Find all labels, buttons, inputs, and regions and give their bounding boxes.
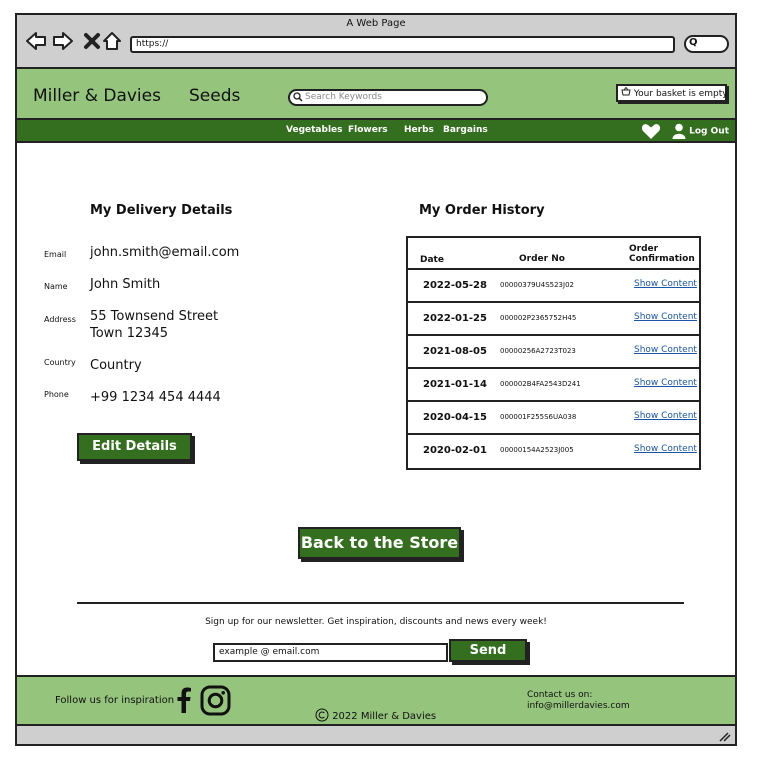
edit-details-button[interactable]: Edit Details [77,433,192,461]
newsletter-email-input[interactable]: example @ email.com [213,643,448,662]
send-button[interactable]: Send [449,639,527,662]
orders-title: My Order History [419,203,545,218]
order-date: 2021-01-14 [423,379,487,390]
country-value: Country [90,358,142,373]
order-number: 00000154A2523J005 [500,446,574,454]
copyright-text: 2022 Miller & Davies [332,711,437,722]
show-content-link[interactable]: Show Content [634,444,697,454]
browser-window: A Web Page https:// Q Miller & Davies Se… [15,13,737,746]
delivery-title: My Delivery Details [90,203,233,218]
basket-label: Your basket is empty [633,89,728,99]
browser-search[interactable]: Q [684,35,729,53]
back-to-store-button[interactable]: Back to the Store [298,527,461,559]
logout-button[interactable]: Log Out [672,123,729,139]
order-row: 2021-01-14 000002B4FA2543D241 Show Content [408,369,699,402]
address-label: Address [44,315,76,324]
divider [77,602,684,604]
order-number: 000002P2365752H45 [500,314,577,322]
email-value: john.smith@email.com [90,245,240,260]
close-icon[interactable] [81,30,103,52]
nav-vegetables[interactable]: Vegetables [286,125,343,135]
email-label: Email [44,250,67,259]
instagram-icon[interactable] [200,685,231,716]
heart-icon[interactable] [641,123,661,140]
order-date: 2020-02-01 [423,445,487,456]
col-confirmation-2: Confirmation [629,254,695,264]
phone-label: Phone [44,390,69,399]
contact-info: Contact us on: info@millerdavies.com [527,690,630,712]
back-arrow-icon[interactable] [25,30,47,52]
name-label: Name [44,282,68,291]
site-nav: Vegetables Flowers Herbs Bargains Log Ou… [17,118,735,143]
nav-herbs[interactable]: Herbs [404,125,434,135]
keyword-search-input[interactable]: Search Keywords [288,89,488,106]
show-content-link[interactable]: Show Content [634,345,697,355]
order-row: 2020-04-15 000001F255S6UA038 Show Content [408,402,699,435]
address-line-2: Town 12345 [90,326,169,341]
order-number: 00000256A2723T023 [500,347,576,355]
show-content-link[interactable]: Show Content [634,279,697,289]
country-label: Country [44,358,76,367]
nav-bargains[interactable]: Bargains [443,125,488,135]
order-date: 2022-05-28 [423,280,487,291]
copyright-icon [315,708,329,722]
newsletter-text: Sign up for our newsletter. Get inspirat… [205,617,547,627]
search-placeholder: Search Keywords [305,92,382,102]
basket-icon [621,86,631,96]
status-bar [17,726,735,744]
order-number: 00000379U4S523J02 [500,281,574,289]
nav-flowers[interactable]: Flowers [348,125,388,135]
order-history-table: Date Order No Order Confirmation 2022-05… [406,236,701,470]
order-date: 2022-01-25 [423,313,487,324]
show-content-link[interactable]: Show Content [634,312,697,322]
browser-chrome: A Web Page https:// Q [17,15,735,69]
facebook-icon[interactable] [177,687,191,713]
order-date: 2021-08-05 [423,346,487,357]
brand-section: Seeds [189,86,241,106]
phone-value: +99 1234 454 4444 [90,390,221,405]
order-date: 2020-04-15 [423,412,487,423]
copyright: 2022 Miller & Davies [315,708,436,722]
col-order-no: Order No [519,254,565,264]
search-icon: Q [689,37,698,48]
follow-text: Follow us for inspiration [55,695,175,706]
address-line-1: 55 Townsend Street [90,309,219,324]
home-icon[interactable] [101,30,123,52]
order-table-header: Date Order No Order Confirmation [408,238,699,270]
contact-email[interactable]: info@millerdavies.com [527,701,630,712]
contact-label: Contact us on: [527,690,593,700]
brand-logo[interactable]: Miller & Davies [33,86,161,106]
site-footer: Follow us for inspiration 2022 Miller & … [17,675,735,726]
site-header: Miller & Davies Seeds Search Keywords Yo… [17,69,735,118]
order-row: 2021-08-05 00000256A2723T023 Show Content [408,336,699,369]
col-date: Date [420,255,444,265]
order-row: 2022-01-25 000002P2365752H45 Show Content [408,303,699,336]
basket-button[interactable]: Your basket is empty [616,84,728,102]
order-row: 2022-05-28 00000379U4S523J02 Show Content [408,270,699,303]
forward-arrow-icon[interactable] [52,30,74,52]
user-icon [672,123,686,139]
logout-label: Log Out [689,126,729,137]
order-row: 2020-02-01 00000154A2523J005 Show Content [408,435,699,468]
name-value: John Smith [90,277,161,292]
order-number: 000001F255S6UA038 [500,413,577,421]
search-icon [293,92,303,102]
order-number: 000002B4FA2543D241 [500,380,581,388]
window-title: A Web Page [346,18,406,29]
show-content-link[interactable]: Show Content [634,411,697,421]
address-bar[interactable]: https:// [130,36,675,53]
show-content-link[interactable]: Show Content [634,378,697,388]
col-confirmation-1: Order [629,244,659,254]
resize-grip-icon[interactable] [717,730,731,742]
